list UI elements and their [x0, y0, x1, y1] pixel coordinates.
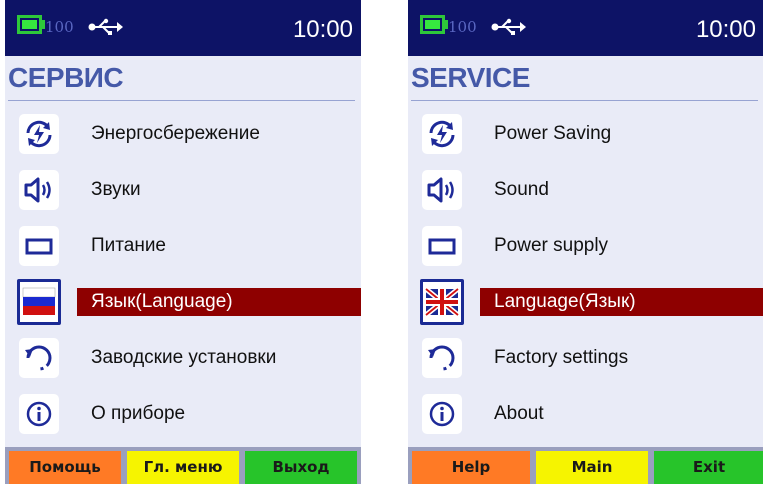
- battery-level: 100: [45, 18, 74, 36]
- main-menu-button[interactable]: Main: [536, 451, 648, 484]
- page-title: СЕРВИС: [8, 62, 124, 93]
- help-button[interactable]: Помощь: [9, 451, 121, 484]
- page-title: SERVICE: [411, 62, 530, 93]
- clock: 10:00: [695, 16, 756, 43]
- menu-item-power-saving[interactable]: Power Saving: [408, 114, 763, 158]
- menu-item-label: Factory settings: [494, 347, 629, 368]
- menu-item-label: Энергосбережение: [91, 123, 260, 144]
- clock: 10:00: [292, 16, 353, 43]
- menu-item-label: Заводские установки: [91, 347, 277, 368]
- menu-item-language[interactable]: Language(Язык): [408, 279, 763, 326]
- menu-item-power-saving[interactable]: Энергосбережение: [5, 114, 361, 158]
- title-divider: [411, 100, 758, 101]
- status-bar: 100 10:00: [5, 0, 361, 56]
- battery-outline-icon: [19, 226, 59, 266]
- menu-item-label: Sound: [494, 179, 549, 200]
- menu-item-sound[interactable]: Sound: [408, 170, 763, 214]
- usb-icon: [491, 18, 526, 35]
- menu-item-label: О приборе: [91, 403, 186, 424]
- speaker-icon: [19, 170, 59, 210]
- softkey-bar: Help Main Exit: [408, 447, 763, 484]
- menu-item-label: Язык(Language): [77, 288, 361, 316]
- battery-outline-icon: [422, 226, 462, 266]
- menu-item-factory-settings[interactable]: Factory settings: [408, 338, 763, 382]
- status-bar: 100 10:00: [408, 0, 763, 56]
- uk-flag-icon: [420, 279, 464, 325]
- help-button[interactable]: Help: [412, 451, 530, 484]
- menu-item-factory-settings[interactable]: Заводские установки: [5, 338, 361, 382]
- menu-item-label: Power supply: [494, 235, 609, 256]
- device-screen-english: 100 10:00 SERVICE Power Saving Sound Pow…: [408, 0, 763, 484]
- menu-item-label: About: [494, 403, 544, 424]
- exit-button[interactable]: Выход: [245, 451, 357, 484]
- info-icon: [19, 394, 59, 434]
- menu-item-sound[interactable]: Звуки: [5, 170, 361, 214]
- menu-item-language[interactable]: Язык(Language): [5, 279, 361, 326]
- usb-icon: [88, 18, 123, 35]
- menu-item-about[interactable]: About: [408, 394, 763, 438]
- russian-flag-icon: [17, 279, 61, 325]
- menu-item-power-supply[interactable]: Power supply: [408, 226, 763, 270]
- battery-level: 100: [448, 18, 477, 36]
- menu-item-about[interactable]: О приборе: [5, 394, 361, 438]
- main-menu-button[interactable]: Гл. меню: [127, 451, 239, 484]
- battery-icon: [17, 15, 42, 34]
- reset-icon: [422, 338, 462, 378]
- device-screen-russian: 100 10:00 СЕРВИС Энергосбережение Звуки …: [5, 0, 361, 484]
- reset-icon: [19, 338, 59, 378]
- info-icon: [422, 394, 462, 434]
- exit-button[interactable]: Exit: [654, 451, 763, 484]
- power-saving-icon: [19, 114, 59, 154]
- power-saving-icon: [422, 114, 462, 154]
- title-divider: [8, 100, 355, 101]
- menu-item-label: Питание: [91, 235, 166, 256]
- menu-item-label: Language(Язык): [480, 288, 763, 316]
- menu-item-power-supply[interactable]: Питание: [5, 226, 361, 270]
- menu-item-label: Power Saving: [494, 123, 612, 144]
- battery-icon: [420, 15, 445, 34]
- speaker-icon: [422, 170, 462, 210]
- menu-item-label: Звуки: [91, 179, 141, 200]
- softkey-bar: Помощь Гл. меню Выход: [5, 447, 361, 484]
